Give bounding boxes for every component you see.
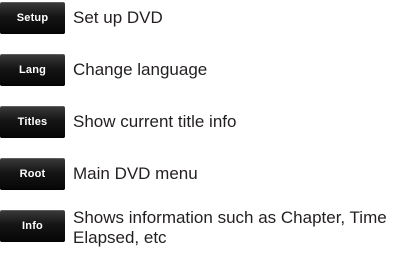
lang-button[interactable]: Lang <box>0 54 65 86</box>
titles-description: Show current title info <box>73 112 237 131</box>
root-description: Main DVD menu <box>73 164 198 183</box>
titles-button[interactable]: Titles <box>0 106 65 138</box>
info-description: Shows information such as Chapter, Time … <box>73 208 387 247</box>
info-button[interactable]: Info <box>0 210 65 242</box>
lang-description: Change language <box>73 60 208 79</box>
setup-button[interactable]: Setup <box>0 2 65 34</box>
setup-description: Set up DVD <box>73 8 163 27</box>
root-button[interactable]: Root <box>0 158 65 190</box>
